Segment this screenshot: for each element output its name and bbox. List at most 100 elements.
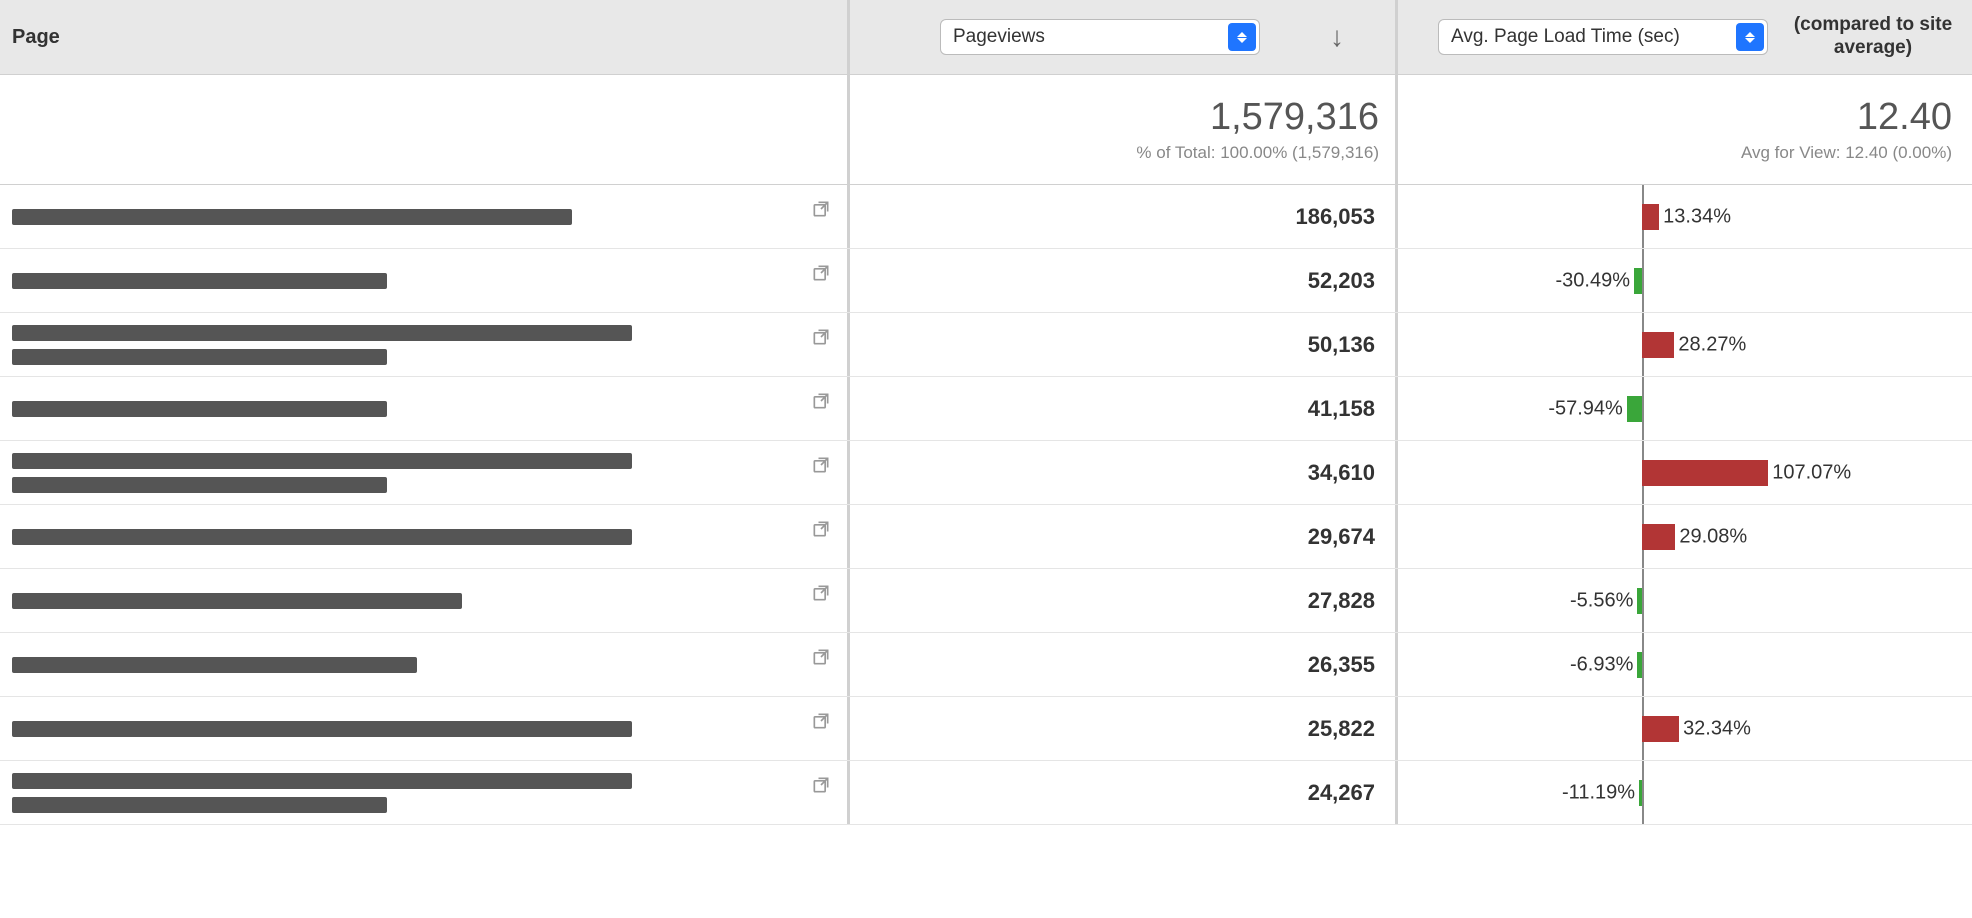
redacted-text: [12, 593, 462, 609]
page-link[interactable]: [12, 721, 835, 737]
data-rows: 186,05313.34%52,203 -30.49% 50,13628.27%41…: [0, 185, 1972, 825]
comparison-cell: 107.07%: [1398, 441, 1972, 504]
comparison-pct: -11.19%: [1562, 781, 1635, 804]
table-row: 29,674 29.08%: [0, 505, 1972, 569]
comparison-pct: 32.34%: [1683, 717, 1751, 740]
page-link[interactable]: [12, 657, 835, 673]
page-link[interactable]: [12, 593, 835, 609]
open-external-icon[interactable]: [811, 327, 831, 347]
bar-positive: [1642, 332, 1674, 358]
page-link[interactable]: [12, 773, 835, 813]
bar-positive: [1642, 204, 1659, 230]
bar-track: 107.07%: [1398, 441, 1972, 504]
pageviews-value: 29,674: [850, 505, 1398, 568]
pageviews-value: 52,203: [850, 249, 1398, 312]
table-row: 186,05313.34%: [0, 185, 1972, 249]
comparison-total: 12.40: [1857, 96, 1952, 139]
bar-track: 32.34%: [1398, 697, 1972, 760]
redacted-text: [12, 325, 632, 341]
comparison-pct: -6.93%: [1570, 653, 1633, 676]
summary-row: 1,579,316 % of Total: 100.00% (1,579,316…: [0, 75, 1972, 185]
comparison-pct: 29.08%: [1679, 525, 1747, 548]
open-external-icon[interactable]: [811, 775, 831, 795]
bar-negative: [1637, 652, 1642, 678]
table-row: 50,13628.27%: [0, 313, 1972, 377]
open-external-icon[interactable]: [811, 519, 831, 539]
summary-pageviews-cell: 1,579,316 % of Total: 100.00% (1,579,316…: [850, 75, 1398, 184]
page-link[interactable]: [12, 401, 835, 417]
page-link[interactable]: [12, 273, 835, 289]
pageviews-value: 24,267: [850, 761, 1398, 824]
page-cell: [0, 697, 850, 760]
open-external-icon[interactable]: [811, 263, 831, 283]
page-link[interactable]: [12, 453, 835, 493]
table-row: 25,822 32.34%: [0, 697, 1972, 761]
table-row: 26,355-6.93%: [0, 633, 1972, 697]
page-cell: [0, 505, 850, 568]
bar-negative: [1634, 268, 1642, 294]
open-external-icon[interactable]: [811, 391, 831, 411]
axis-line: [1642, 633, 1644, 696]
open-external-icon[interactable]: [811, 647, 831, 667]
comparison-cell: -57.94%: [1398, 377, 1972, 440]
pageviews-select-value: Pageviews: [953, 26, 1045, 48]
redacted-text: [12, 273, 387, 289]
bar-negative: [1627, 396, 1642, 422]
table-row: 41,158 -57.94%: [0, 377, 1972, 441]
comparison-pct: 107.07%: [1772, 461, 1851, 484]
pageviews-value: 25,822: [850, 697, 1398, 760]
page-cell: [0, 569, 850, 632]
pageviews-total: 1,579,316: [1210, 96, 1379, 139]
column-header-pageviews: Pageviews ↓: [850, 0, 1398, 74]
bar-negative: [1637, 588, 1642, 614]
bar-positive: [1642, 460, 1768, 486]
open-external-icon[interactable]: [811, 455, 831, 475]
bar-track: 28.27%: [1398, 313, 1972, 376]
bar-track: 29.08%: [1398, 505, 1972, 568]
page-cell: [0, 633, 850, 696]
page-cell: [0, 249, 850, 312]
select-arrows-icon: [1736, 23, 1764, 51]
page-link[interactable]: [12, 529, 835, 545]
pageviews-value: 41,158: [850, 377, 1398, 440]
bar-negative: [1639, 780, 1642, 806]
comparison-select[interactable]: Avg. Page Load Time (sec): [1438, 19, 1768, 55]
redacted-text: [12, 453, 632, 469]
pageviews-value: 186,053: [850, 185, 1398, 248]
comparison-subtext: Avg for View: 12.40 (0.00%): [1741, 143, 1952, 163]
bar-track: -57.94%: [1398, 377, 1972, 440]
bar-positive: [1642, 716, 1679, 742]
page-link[interactable]: [12, 325, 835, 365]
redacted-text: [12, 209, 572, 225]
axis-line: [1642, 761, 1644, 824]
comparison-cell: 28.27%: [1398, 313, 1972, 376]
redacted-text: [12, 349, 387, 365]
open-external-icon[interactable]: [811, 583, 831, 603]
pageviews-select[interactable]: Pageviews: [940, 19, 1260, 55]
page-cell: [0, 761, 850, 824]
comparison-cell: -5.56%: [1398, 569, 1972, 632]
pageviews-value: 34,610: [850, 441, 1398, 504]
open-external-icon[interactable]: [811, 199, 831, 219]
bar-track: -11.19%: [1398, 761, 1972, 824]
comparison-pct: -57.94%: [1548, 397, 1623, 420]
page-cell: [0, 377, 850, 440]
sort-descending-icon[interactable]: ↓: [1330, 21, 1344, 53]
comparison-pct: -30.49%: [1556, 269, 1631, 292]
pageviews-value: 50,136: [850, 313, 1398, 376]
column-header-page: Page: [0, 0, 850, 74]
table-row: 24,267 -11.19%: [0, 761, 1972, 825]
page-link[interactable]: [12, 209, 835, 225]
redacted-text: [12, 657, 417, 673]
redacted-text: [12, 721, 632, 737]
comparison-cell: 29.08%: [1398, 505, 1972, 568]
table-row: 52,203 -30.49%: [0, 249, 1972, 313]
comparison-cell: 13.34%: [1398, 185, 1972, 248]
pageviews-subtext: % of Total: 100.00% (1,579,316): [1136, 143, 1379, 163]
axis-line: [1642, 569, 1644, 632]
open-external-icon[interactable]: [811, 711, 831, 731]
comparison-select-value: Avg. Page Load Time (sec): [1451, 26, 1680, 48]
comparison-cell: -11.19%: [1398, 761, 1972, 824]
axis-line: [1642, 377, 1644, 440]
page-label: Page: [12, 26, 60, 49]
